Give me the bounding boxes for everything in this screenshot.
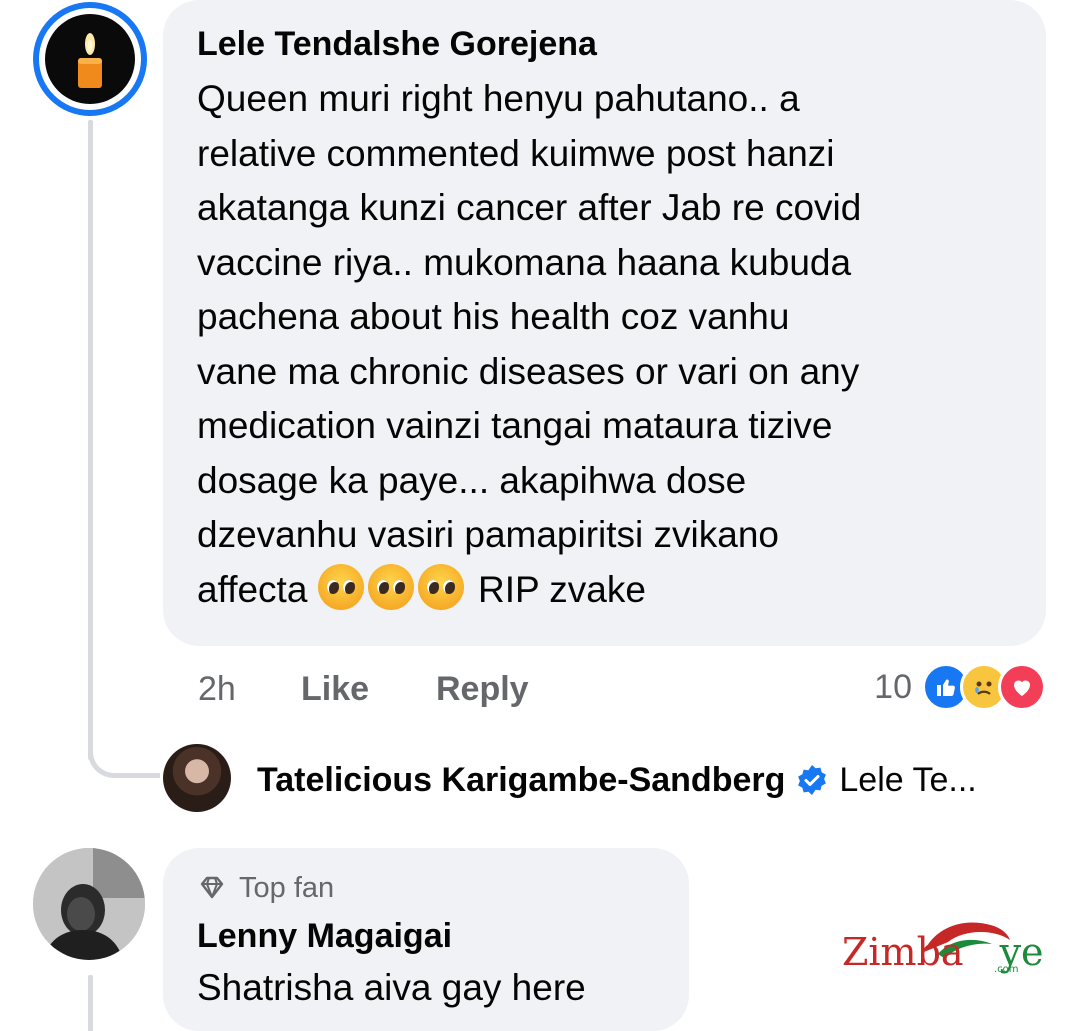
- verified-badge-icon: [795, 763, 829, 797]
- comment-text: Shatrisha aiva gay here: [197, 967, 586, 1008]
- reply-author[interactable]: Tatelicious Karigambe-Sandberg: [257, 761, 785, 800]
- reaction-summary[interactable]: 10: [874, 663, 1046, 711]
- comment-author[interactable]: Lele Tendalshe Gorejena: [197, 22, 1012, 66]
- comment-author[interactable]: Lenny Magaigai: [197, 912, 655, 960]
- love-reaction-icon: [998, 663, 1046, 711]
- comment-bubble: Lele Tendalshe Gorejena Queen muri right…: [163, 0, 1046, 646]
- reply-author-avatar[interactable]: [163, 744, 231, 812]
- avatar-story-ring[interactable]: [33, 2, 147, 116]
- pleading-face-emoji: [367, 563, 414, 610]
- logo-text-green: ye: [999, 930, 1044, 974]
- reaction-count: 10: [874, 667, 912, 706]
- candle-icon: [78, 33, 102, 88]
- thread-reply-connector: [88, 700, 160, 778]
- comment-actions: 2h Like Reply: [198, 665, 529, 713]
- reply-preview-text: Lele Te...: [839, 760, 977, 799]
- pleading-face-emoji: [417, 563, 464, 610]
- reply-preview-row[interactable]: Tatelicious Karigambe-Sandberg Lele Te..…: [257, 752, 977, 808]
- profile-photo: [33, 848, 145, 960]
- zimbaeye-watermark-logo: .com Zimba ye: [842, 912, 1044, 982]
- comment-text: Queen muri right henyu pahutano.. a rela…: [197, 78, 862, 610]
- top-fan-label: Top fan: [239, 871, 335, 904]
- top-fan-badge: Top fan: [197, 870, 655, 906]
- like-button[interactable]: Like: [301, 670, 436, 709]
- thread-connector-line: [88, 975, 93, 1031]
- commenter-avatar[interactable]: [33, 848, 145, 960]
- logo-text-red: Zimba: [842, 930, 964, 974]
- comment-bubble: Top fan Lenny Magaigai Shatrisha aiva ga…: [163, 848, 689, 1031]
- comment-thread: Lele Tendalshe Gorejena Queen muri right…: [0, 0, 1080, 1031]
- reply-button[interactable]: Reply: [436, 670, 529, 709]
- comment-timestamp[interactable]: 2h: [198, 670, 301, 709]
- pleading-face-emoji: [317, 563, 364, 610]
- diamond-icon: [200, 876, 224, 899]
- candle-avatar: [45, 14, 135, 104]
- thread-connector-line: [88, 120, 93, 760]
